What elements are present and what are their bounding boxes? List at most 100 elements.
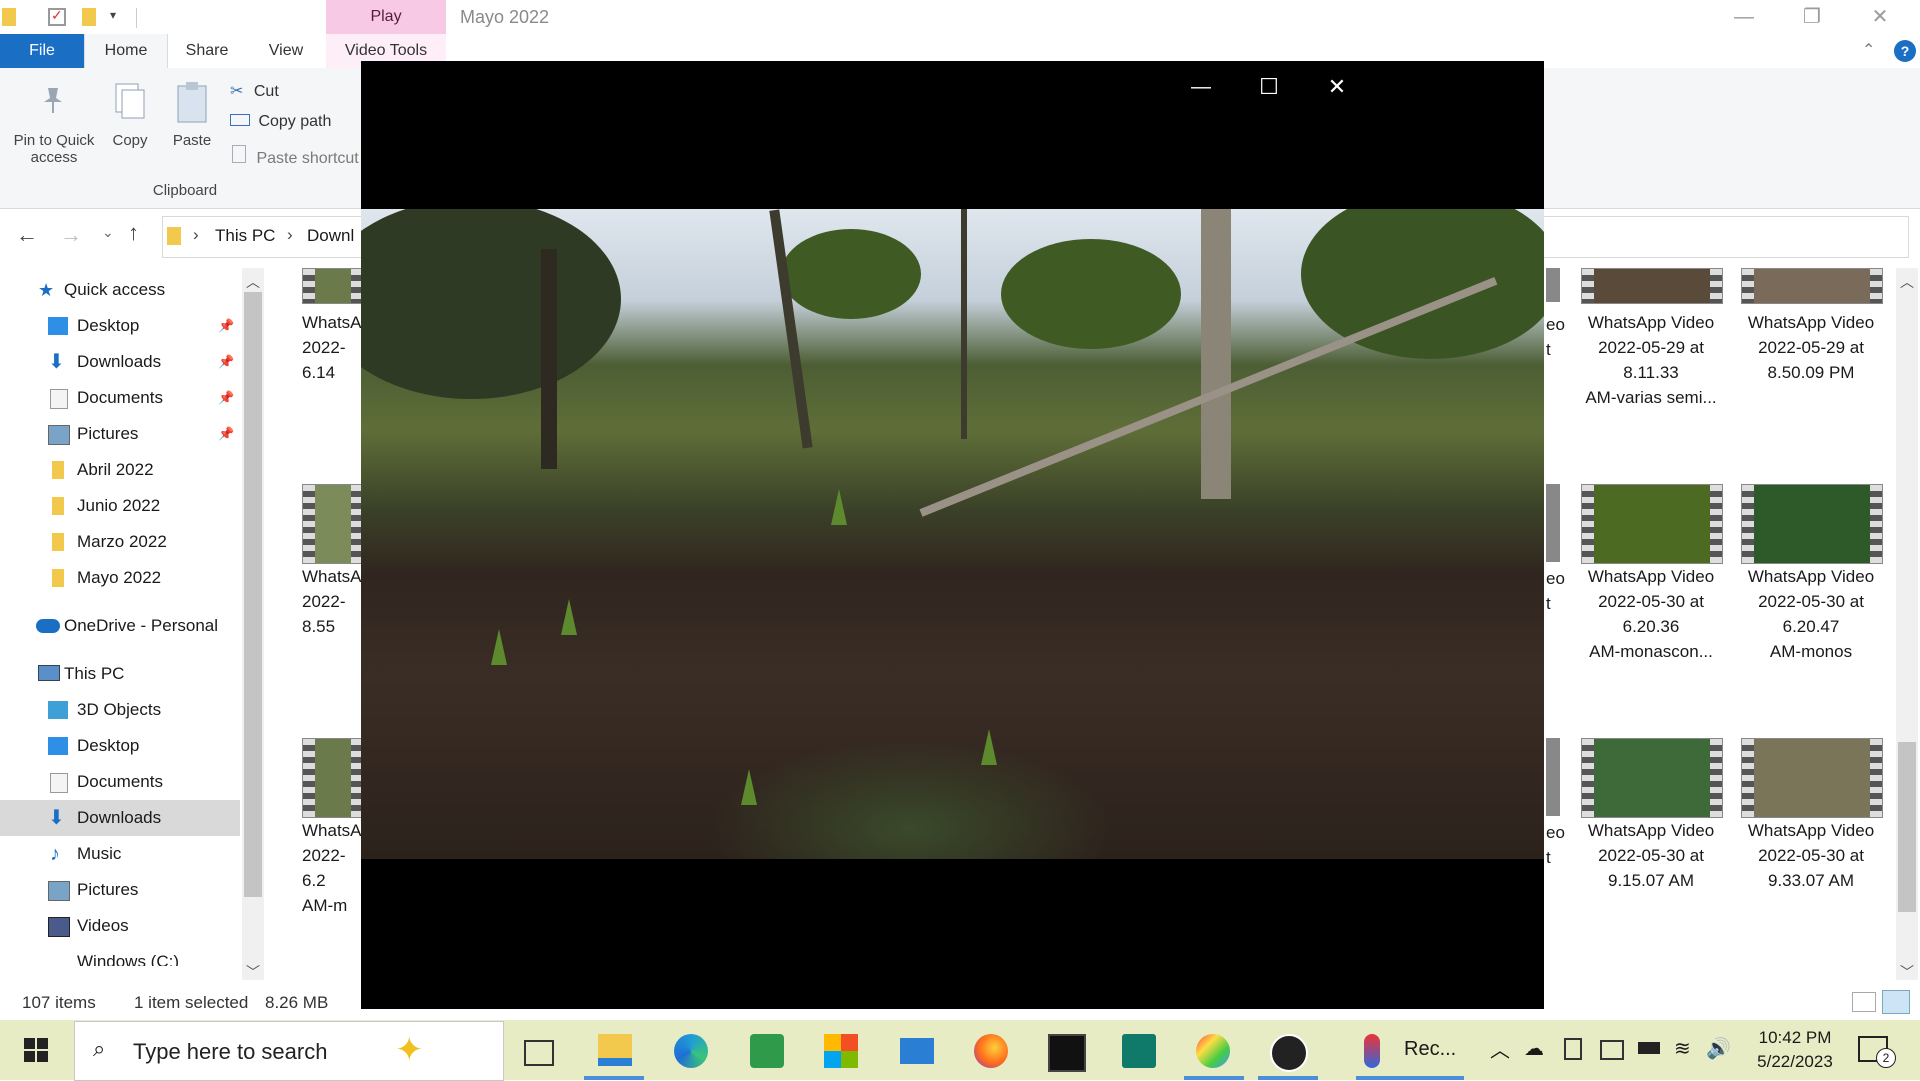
cut-command[interactable]: ✂ Cut [230, 81, 279, 101]
nav-item-desktop[interactable]: Desktop 📌 [0, 308, 240, 344]
scroll-down-icon[interactable]: ﹀ [1900, 962, 1914, 982]
paste-shortcut-command[interactable]: Paste shortcut [232, 145, 359, 168]
nav-scrollbar-thumb[interactable] [244, 292, 262, 897]
video-thumbnail[interactable] [302, 484, 364, 564]
copy-path-command[interactable]: Copy path [230, 113, 331, 131]
video-thumbnail[interactable] [1741, 738, 1883, 818]
games-app-icon[interactable] [750, 1034, 784, 1068]
close-button[interactable]: ✕ [1846, 0, 1914, 34]
windows-start-icon[interactable] [24, 1038, 48, 1062]
properties-icon[interactable]: ✓ [48, 7, 66, 26]
file-explorer-icon[interactable] [598, 1034, 632, 1066]
video-frame[interactable] [361, 209, 1544, 859]
file-item[interactable]: WhatsApp Video 2022-05-30 at 6.20.36 AM-… [1576, 564, 1726, 664]
scroll-down-icon[interactable]: ﹀ [246, 962, 260, 982]
customize-quick-access-icon[interactable]: ▾ [110, 8, 128, 26]
file-item[interactable]: WhatsApp Video 2022-05-30 at 6.20.47 AM-… [1736, 564, 1886, 664]
player-close-button[interactable]: ✕ [1309, 67, 1365, 107]
nav-item-3d-objects[interactable]: 3D Objects [0, 692, 240, 728]
tab-share[interactable]: Share [172, 34, 242, 68]
recent-locations-icon[interactable]: ⌄ [102, 224, 114, 241]
player-minimize-button[interactable]: — [1173, 67, 1229, 107]
nav-item-videos[interactable]: Videos [0, 908, 240, 944]
edge-browser-icon[interactable] [674, 1034, 708, 1068]
tab-file[interactable]: File [0, 34, 84, 68]
microsoft-store-icon[interactable] [824, 1034, 858, 1068]
volume-icon[interactable]: 🔊 [1706, 1036, 1731, 1061]
scissors-icon: ✂ [230, 83, 244, 100]
clock[interactable]: 10:42 PM 5/22/2023 [1740, 1026, 1850, 1074]
file-item[interactable]: WhatsApp Video 2022-05-30 at 9.15.07 AM [1576, 818, 1726, 893]
nav-item-music[interactable]: ♪ Music [0, 836, 240, 872]
nav-item-quick-access[interactable]: ★ Quick access [0, 272, 240, 308]
help-icon[interactable]: ? [1894, 40, 1916, 62]
nav-item-this-pc[interactable]: This PC [0, 656, 240, 692]
paste-button[interactable]: Paste [166, 132, 218, 149]
tab-view[interactable]: View [256, 34, 316, 68]
video-thumbnail[interactable] [1741, 484, 1883, 564]
breadcrumb-downloads[interactable]: Downl [307, 226, 354, 246]
player-maximize-button[interactable]: ☐ [1241, 67, 1297, 107]
video-thumbnail[interactable] [1741, 268, 1883, 304]
pin-to-quick-access-button[interactable]: Pin to Quick access [6, 132, 102, 166]
network-monitor-icon[interactable] [1600, 1040, 1624, 1060]
breadcrumb-this-pc[interactable]: This PC [215, 226, 275, 246]
file-name-partial[interactable]: eo t [1546, 820, 1565, 870]
media-player-icon[interactable] [1270, 1034, 1308, 1072]
device-tray-icon[interactable] [1564, 1038, 1582, 1060]
scroll-up-icon[interactable]: ︿ [246, 272, 260, 292]
video-thumbnail[interactable] [302, 268, 364, 304]
nav-item-pictures[interactable]: Pictures [0, 872, 240, 908]
details-view-icon[interactable] [1852, 992, 1876, 1012]
nav-item-windows-c[interactable]: Windows (C:) [0, 944, 240, 966]
nav-item-downloads-selected[interactable]: ⬇ Downloads [0, 800, 240, 836]
firefox-icon[interactable] [974, 1034, 1008, 1068]
context-tab-play[interactable]: Play [326, 0, 446, 34]
video-thumbnail[interactable] [1581, 484, 1723, 564]
file-item[interactable]: WhatsApp Video 2022-05-29 at 8.50.09 PM [1736, 310, 1886, 385]
nav-item-folder[interactable]: Mayo 2022 [0, 560, 240, 596]
video-thumbnail[interactable] [1581, 738, 1723, 818]
nav-item-documents[interactable]: Documents [0, 764, 240, 800]
nav-item-folder[interactable]: Junio 2022 [0, 488, 240, 524]
taskbar-running-label[interactable]: Rec... [1404, 1038, 1456, 1061]
show-hidden-icons-icon[interactable]: ︿ [1490, 1034, 1510, 1063]
scroll-up-icon[interactable]: ︿ [1900, 272, 1914, 292]
file-item[interactable]: WhatsApp Video 2022-05-29 at 8.11.33 AM-… [1576, 310, 1726, 410]
up-arrow-icon[interactable]: ↑ [128, 220, 139, 246]
file-item[interactable]: WhatsApp Video 2022-05-30 at 9.33.07 AM [1736, 818, 1886, 893]
copy-button[interactable]: Copy [104, 132, 156, 149]
collapse-ribbon-icon[interactable]: ⌃ [1862, 40, 1875, 60]
publisher-icon[interactable] [1122, 1034, 1156, 1068]
onedrive-tray-icon[interactable]: ☁ [1524, 1036, 1544, 1061]
video-thumbnail[interactable] [1581, 268, 1723, 304]
nav-item-downloads[interactable]: ⬇ Downloads 📌 [0, 344, 240, 380]
taskbar-search-box[interactable]: ⌕ Type here to search ✦ [74, 1021, 504, 1081]
nav-item-pictures[interactable]: Pictures 📌 [0, 416, 240, 452]
folder-icon[interactable] [2, 8, 16, 26]
minimize-button[interactable]: — [1710, 0, 1778, 34]
file-list-scrollbar-thumb[interactable] [1898, 742, 1916, 912]
battery-icon[interactable] [1638, 1042, 1660, 1054]
nav-item-documents[interactable]: Documents 📌 [0, 380, 240, 416]
forward-arrow-icon[interactable]: → [60, 222, 82, 248]
new-folder-icon[interactable] [82, 8, 96, 26]
mail-icon[interactable] [900, 1038, 934, 1064]
thermometer-icon[interactable] [1364, 1034, 1380, 1068]
video-thumbnail[interactable] [302, 738, 364, 818]
back-arrow-icon[interactable]: ← [16, 222, 38, 248]
tab-home[interactable]: Home [84, 34, 168, 68]
wifi-icon[interactable]: ≋ [1674, 1036, 1691, 1061]
terminal-icon[interactable] [1048, 1034, 1086, 1072]
restore-button[interactable]: ❐ [1778, 0, 1846, 34]
notification-center-icon[interactable]: 2 [1858, 1036, 1896, 1068]
large-icons-view-icon[interactable] [1882, 990, 1910, 1014]
paint-icon[interactable] [1196, 1034, 1230, 1068]
file-name-partial[interactable]: eo t [1546, 566, 1565, 616]
nav-item-folder[interactable]: Marzo 2022 [0, 524, 240, 560]
nav-item-desktop[interactable]: Desktop [0, 728, 240, 764]
task-view-icon[interactable] [524, 1040, 554, 1066]
file-name-partial[interactable]: eo t [1546, 312, 1565, 362]
nav-item-folder[interactable]: Abril 2022 [0, 452, 240, 488]
nav-item-onedrive[interactable]: OneDrive - Personal [0, 608, 240, 644]
